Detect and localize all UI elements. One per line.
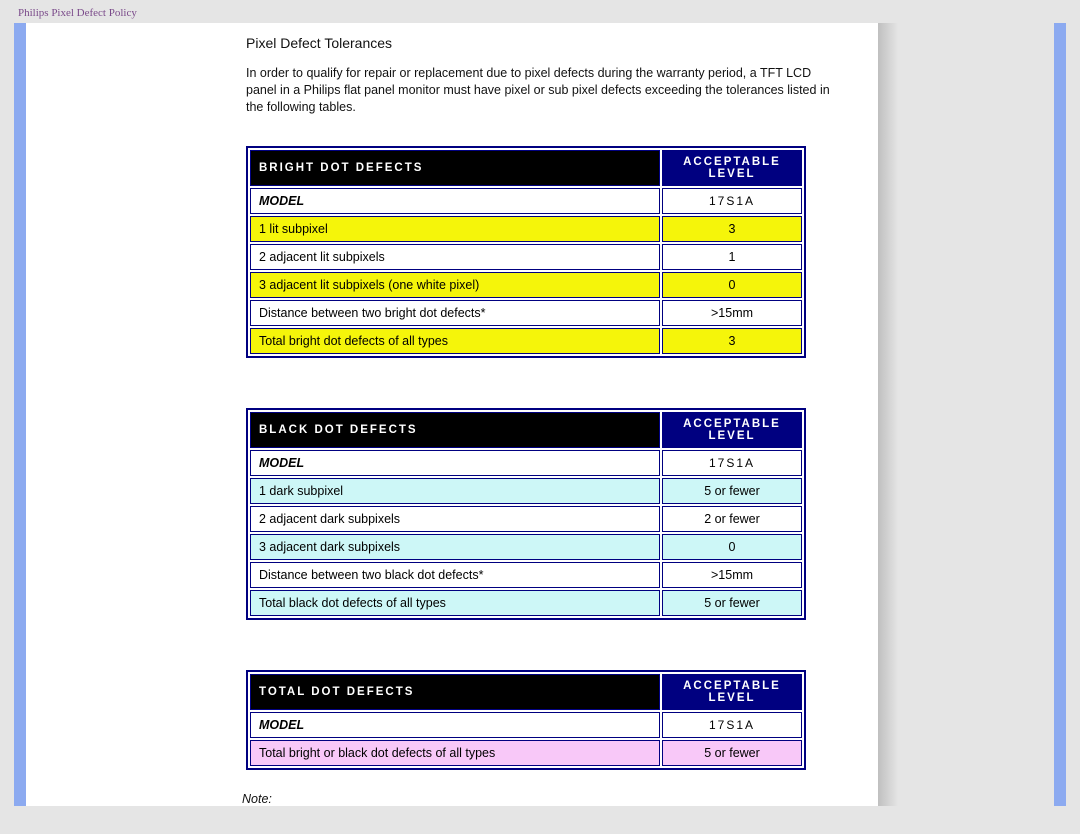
page-frame: Pixel Defect Tolerances In order to qual… <box>14 23 1066 806</box>
defect-value: >15mm <box>662 300 802 326</box>
defect-value: 5 or fewer <box>662 740 802 766</box>
left-padding <box>26 23 76 806</box>
table-row: Total bright or black dot defects of all… <box>250 740 802 766</box>
defect-label: Total black dot defects of all types <box>250 590 660 616</box>
table-header-defects: BLACK DOT DEFECTS <box>250 412 660 448</box>
table-row: 3 adjacent lit subpixels (one white pixe… <box>250 272 802 298</box>
defect-value: >15mm <box>662 562 802 588</box>
defect-label: 3 adjacent dark subpixels <box>250 534 660 560</box>
table-row: 2 adjacent lit subpixels1 <box>250 244 802 270</box>
defect-label: Distance between two black dot defects* <box>250 562 660 588</box>
model-label: MODEL <box>250 450 660 476</box>
defect-value: 2 or fewer <box>662 506 802 532</box>
table-row: Total black dot defects of all types5 or… <box>250 590 802 616</box>
right-padding <box>870 23 878 806</box>
table-row: 1 dark subpixel5 or fewer <box>250 478 802 504</box>
table-header-defects: TOTAL DOT DEFECTS <box>250 674 660 710</box>
model-label: MODEL <box>250 188 660 214</box>
table-header-level: ACCEPTABLE LEVEL <box>662 674 802 710</box>
page-shadow <box>878 23 898 806</box>
right-accent-bar <box>1054 23 1066 806</box>
defect-label: 1 dark subpixel <box>250 478 660 504</box>
defect-value: 0 <box>662 534 802 560</box>
table-row: 3 adjacent dark subpixels0 <box>250 534 802 560</box>
total-dot-defects-table: TOTAL DOT DEFECTSACCEPTABLE LEVELMODEL17… <box>246 670 806 770</box>
model-value: 17S1A <box>662 188 802 214</box>
defect-value: 5 or fewer <box>662 478 802 504</box>
defect-label: 1 lit subpixel <box>250 216 660 242</box>
bright-dot-defects-table: BRIGHT DOT DEFECTSACCEPTABLE LEVELMODEL1… <box>246 146 806 358</box>
table-header-level: ACCEPTABLE LEVEL <box>662 412 802 448</box>
right-gap <box>898 23 1054 806</box>
defect-value: 0 <box>662 272 802 298</box>
defect-label: 2 adjacent lit subpixels <box>250 244 660 270</box>
defect-label: Total bright dot defects of all types <box>250 328 660 354</box>
table-row: Distance between two black dot defects*>… <box>250 562 802 588</box>
defect-value: 1 <box>662 244 802 270</box>
model-value: 17S1A <box>662 712 802 738</box>
content: Pixel Defect Tolerances In order to qual… <box>76 35 870 806</box>
defect-label: Total bright or black dot defects of all… <box>250 740 660 766</box>
left-accent-bar <box>14 23 26 806</box>
defect-value: 5 or fewer <box>662 590 802 616</box>
table-row: 1 lit subpixel3 <box>250 216 802 242</box>
page: Pixel Defect Tolerances In order to qual… <box>76 23 870 806</box>
defect-label: 2 adjacent dark subpixels <box>250 506 660 532</box>
black-dot-defects-table: BLACK DOT DEFECTSACCEPTABLE LEVELMODEL17… <box>246 408 806 620</box>
defect-label: Distance between two bright dot defects* <box>250 300 660 326</box>
note-label: Note: <box>242 792 840 806</box>
model-value: 17S1A <box>662 450 802 476</box>
model-label: MODEL <box>250 712 660 738</box>
defect-value: 3 <box>662 328 802 354</box>
section-title: Pixel Defect Tolerances <box>246 35 840 51</box>
table-header-defects: BRIGHT DOT DEFECTS <box>250 150 660 186</box>
table-row: 2 adjacent dark subpixels2 or fewer <box>250 506 802 532</box>
defect-label: 3 adjacent lit subpixels (one white pixe… <box>250 272 660 298</box>
defect-value: 3 <box>662 216 802 242</box>
table-header-level: ACCEPTABLE LEVEL <box>662 150 802 186</box>
header-title: Philips Pixel Defect Policy <box>0 0 1080 23</box>
table-row: Distance between two bright dot defects*… <box>250 300 802 326</box>
intro-paragraph: In order to qualify for repair or replac… <box>246 65 840 116</box>
table-row: Total bright dot defects of all types3 <box>250 328 802 354</box>
